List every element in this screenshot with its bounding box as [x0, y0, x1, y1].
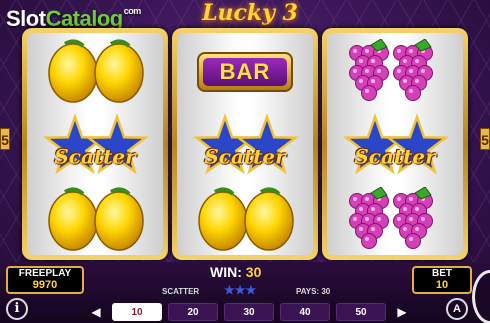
grapes-symbol — [327, 35, 463, 109]
lemon-symbol — [177, 183, 313, 255]
scatter-star-icon: ★ — [234, 283, 246, 297]
stake-option-50[interactable]: 50 — [336, 303, 386, 321]
scatter-symbol-label: Scatter — [54, 144, 136, 169]
payline-number-left: 5 — [0, 128, 10, 150]
reel-3: Scatter — [322, 28, 468, 260]
autoplay-button[interactable]: A — [446, 298, 468, 320]
lemon-symbol — [27, 35, 163, 109]
reel-1: Scatter — [22, 28, 168, 260]
bet-value: 10 — [435, 279, 449, 291]
slot-game-screen: SlotCatalogcom Lucky 3 Cherries 5 5 Scat… — [0, 0, 490, 323]
stake-option-20[interactable]: 20 — [168, 303, 218, 321]
payline-number-right: 5 — [480, 128, 490, 150]
scatter-symbol: Scatter — [27, 109, 163, 183]
win-display: WIN: 30 — [210, 264, 290, 280]
stake-option-40[interactable]: 40 — [280, 303, 330, 321]
win-value: 30 — [245, 264, 262, 280]
scatter-star-icon: ★ — [224, 283, 235, 297]
bet-panel: BET 10 — [412, 266, 472, 294]
reel-2: BAR Scatter — [172, 28, 318, 260]
pays-label: PAYS: 30 — [296, 287, 331, 296]
freeplay-value: 9970 — [32, 279, 58, 291]
freeplay-panel: FREEPLAY 9970 — [6, 266, 84, 294]
scatter-star-indicator: ★★★ — [224, 283, 256, 297]
stake-next-button[interactable]: ▶ — [392, 303, 412, 321]
freeplay-label: FREEPLAY — [18, 268, 72, 279]
info-button[interactable]: i — [6, 298, 28, 320]
scatter-symbol-label: Scatter — [354, 144, 436, 169]
lemon-symbol — [27, 183, 163, 255]
stake-option-10[interactable]: 10 — [112, 303, 162, 321]
scatter-symbol: Scatter — [327, 109, 463, 183]
grapes-symbol — [327, 183, 463, 255]
bet-label: BET — [432, 268, 452, 279]
stake-option-30[interactable]: 30 — [224, 303, 274, 321]
bar-symbol: BAR — [177, 35, 313, 109]
bar-badge: BAR — [197, 52, 293, 92]
stake-prev-button[interactable]: ◀ — [86, 303, 106, 321]
win-label: WIN: — [210, 264, 242, 280]
scatter-star-icon: ★ — [245, 283, 257, 297]
scatter-symbol-label: Scatter — [204, 144, 286, 169]
scatter-symbol: Scatter — [177, 109, 313, 183]
bar-symbol-label: BAR — [203, 58, 287, 86]
scatter-label: SCATTER — [162, 287, 200, 296]
